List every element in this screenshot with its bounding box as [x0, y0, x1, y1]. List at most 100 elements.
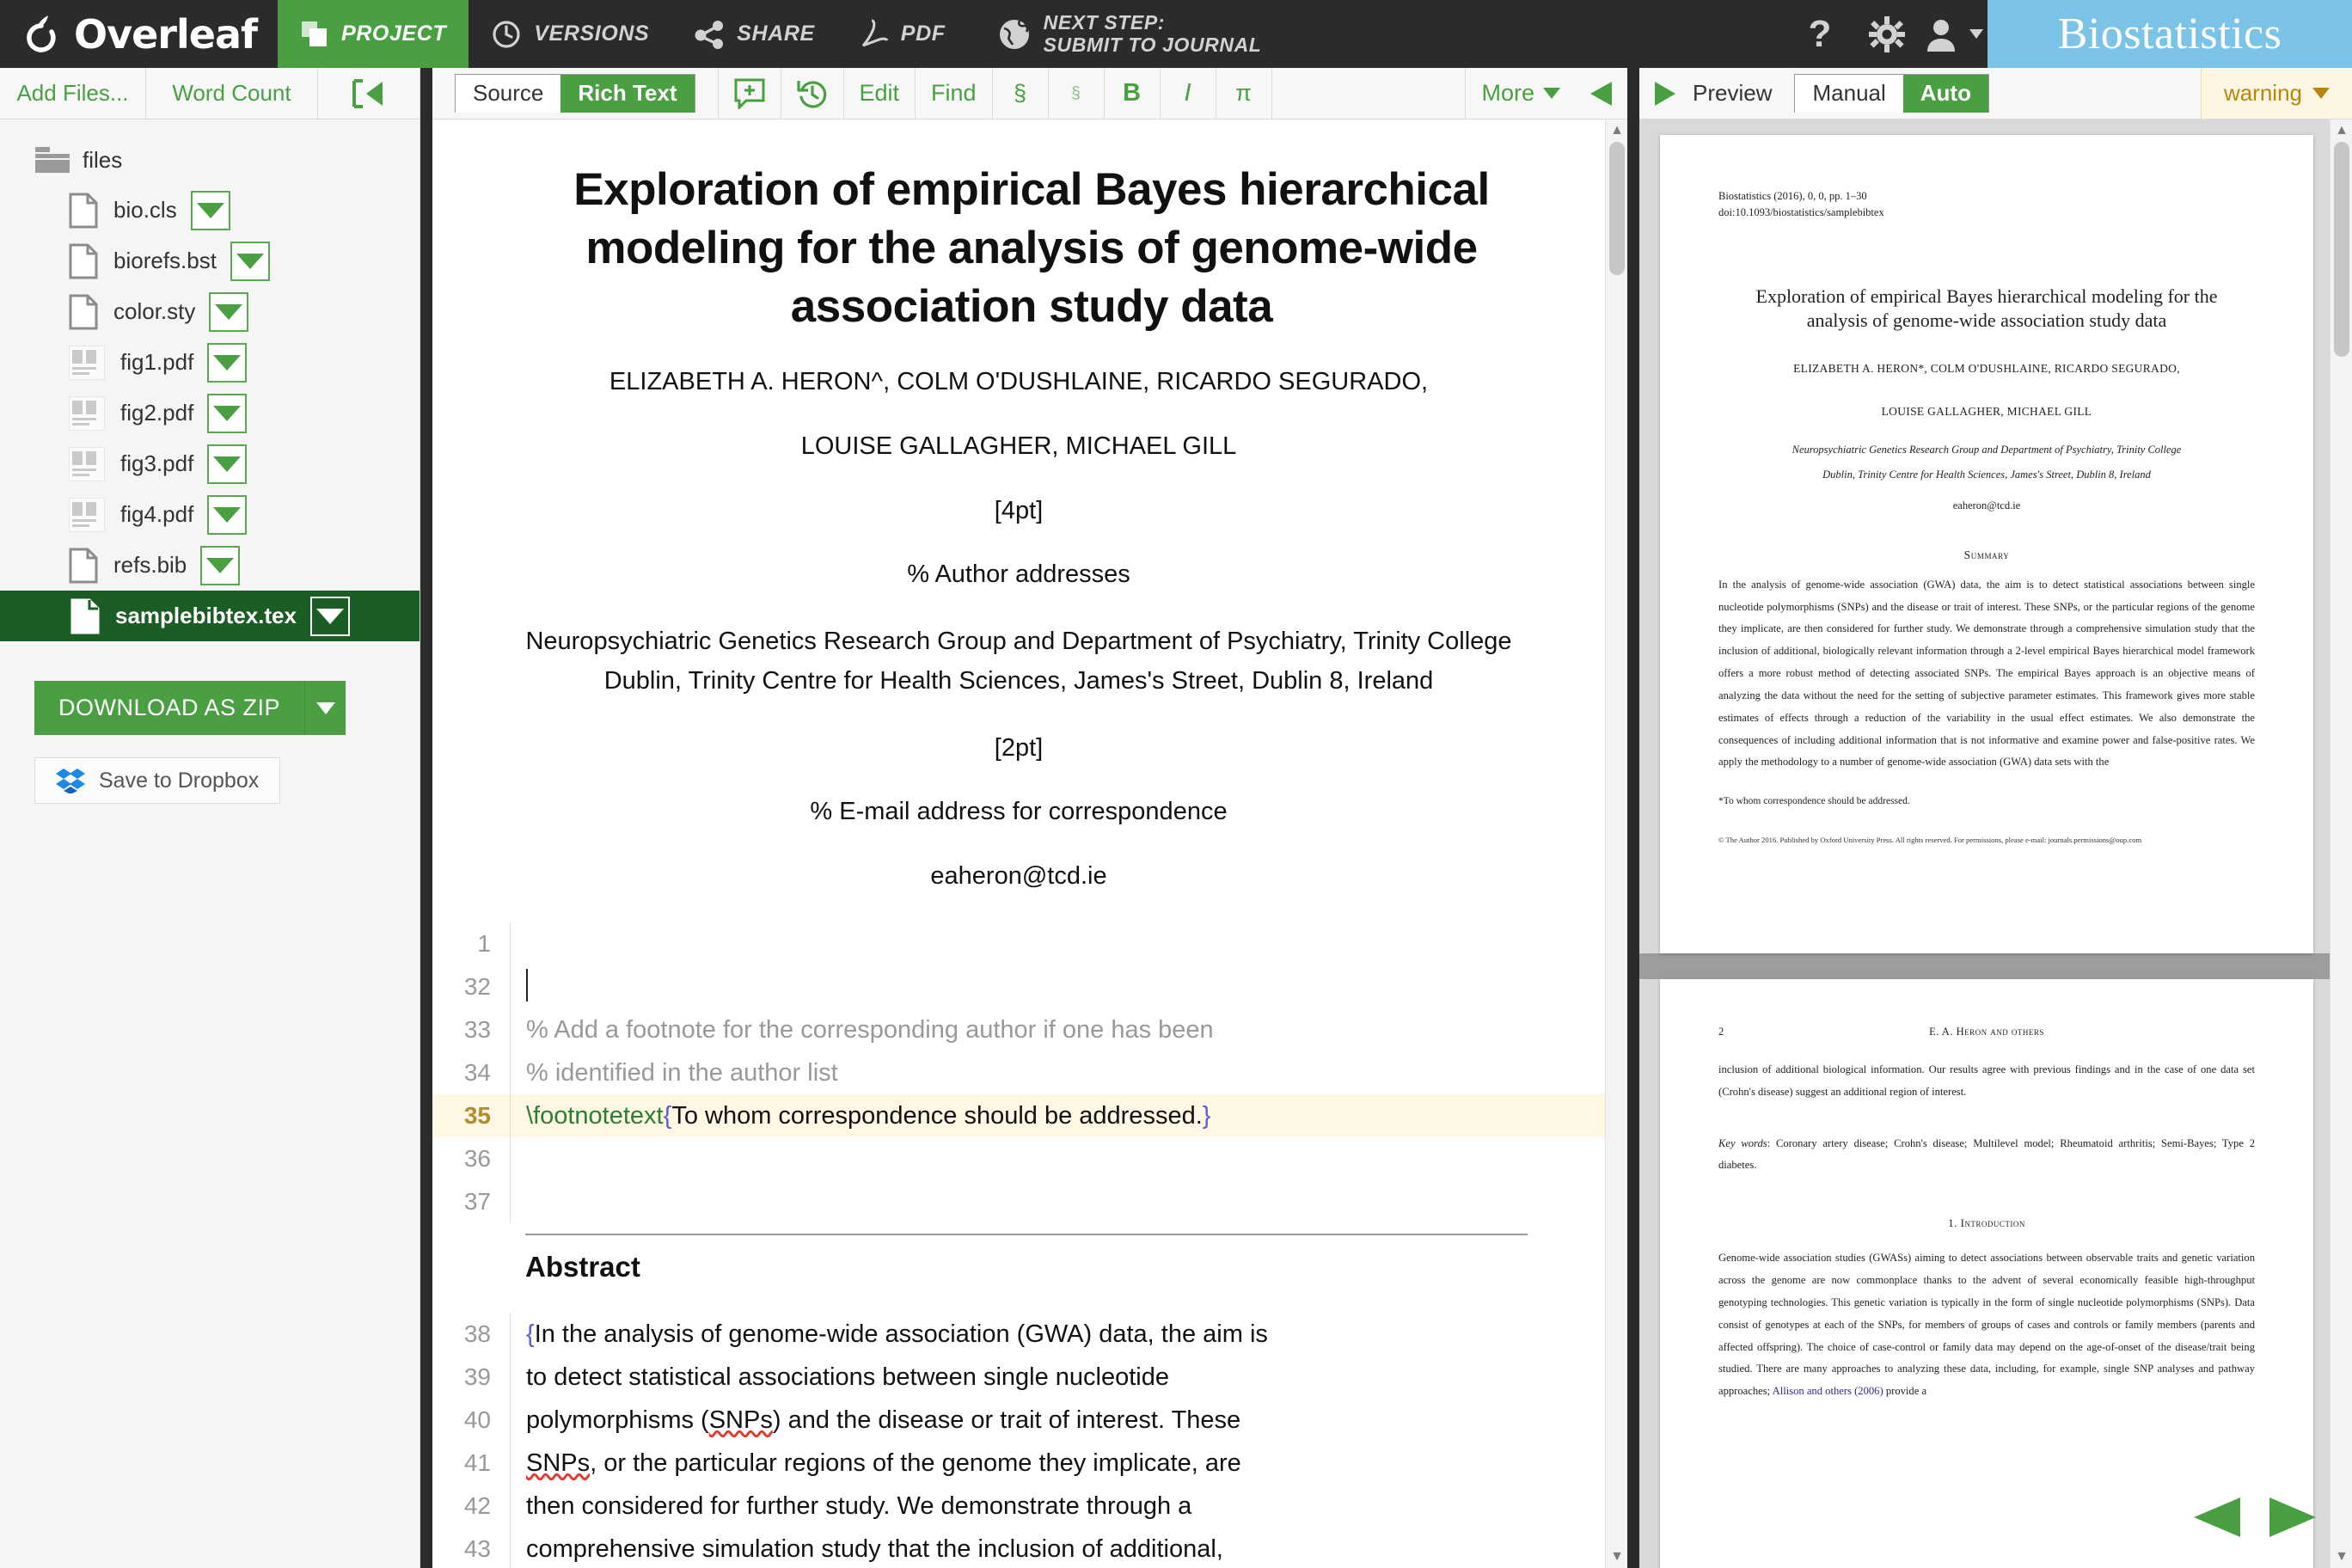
more-menu-button[interactable]: More — [1466, 68, 1576, 119]
abstract-line[interactable]: 40 polymorphisms (SNPs) and the disease o… — [432, 1399, 1605, 1442]
code-line[interactable]: 37 — [432, 1180, 1605, 1224]
chevron-down-icon — [1969, 29, 1983, 39]
chevron-down-icon — [315, 608, 344, 624]
mode-richtext-button[interactable]: Rich Text — [560, 74, 695, 113]
download-zip-dropdown[interactable] — [304, 681, 346, 735]
clock-icon — [493, 20, 520, 48]
pdf-page-1[interactable]: Biostatistics (2016), 0, 0, pp. 1–30 doi… — [1660, 135, 2313, 953]
italic-button[interactable]: I — [1161, 68, 1216, 119]
math-button[interactable]: π — [1216, 68, 1271, 119]
file-row-samplebibtex-tex[interactable]: samplebibtex.tex — [0, 591, 420, 641]
nav-share[interactable]: SHARE — [671, 0, 837, 68]
add-comment-button[interactable] — [719, 68, 781, 119]
line-content — [510, 922, 1605, 966]
file-row-biorefs-bst[interactable]: biorefs.bst — [0, 236, 420, 286]
manual-mode-button[interactable]: Manual — [1795, 74, 1903, 113]
overleaf-leaf-icon — [27, 15, 56, 52]
abstract-line-list[interactable]: 38 {In the analysis of genome-wide associ… — [432, 1313, 1605, 1568]
section-button[interactable]: § — [993, 68, 1048, 119]
code-line[interactable]: 32 — [432, 965, 1605, 1009]
latex-brace: { — [526, 1320, 535, 1349]
file-menu-button[interactable] — [207, 444, 248, 484]
overleaf-logo[interactable]: Overleaf — [0, 0, 278, 68]
code-line[interactable]: 34 % identified in the author list — [432, 1051, 1605, 1095]
sidebar-toolbar: Add Files... Word Count — [0, 68, 420, 119]
rich-text-comment-addresses: % Author addresses — [907, 560, 1130, 589]
settings-button[interactable] — [1853, 0, 1920, 68]
file-row-refs-bib[interactable]: refs.bib — [0, 540, 420, 591]
file-row-fig1-pdf[interactable]: fig1.pdf — [0, 337, 420, 388]
find-button[interactable]: Find — [916, 68, 992, 119]
code-line[interactable]: 35 \footnotetext{To whom correspondence s… — [432, 1094, 1605, 1138]
compile-status-badge[interactable]: warning — [2200, 68, 2352, 119]
preview-scrollbar-thumb[interactable] — [2334, 142, 2349, 357]
file-row-fig4-pdf[interactable]: fig4.pdf — [0, 489, 420, 540]
file-menu-button[interactable] — [190, 190, 230, 230]
download-zip-button[interactable]: DOWNLOAD AS ZIP — [34, 681, 305, 735]
save-to-dropbox-button[interactable]: Save to Dropbox — [34, 757, 281, 804]
pdf-citation-link[interactable]: Allison and others (2006) — [1773, 1385, 1883, 1397]
scroll-up-icon[interactable]: ▲ — [2331, 119, 2352, 142]
file-menu-button[interactable] — [230, 241, 270, 281]
previous-page-icon — [2194, 1498, 2240, 1537]
collapse-editor-button[interactable] — [1576, 68, 1627, 119]
mode-source-button[interactable]: Source — [456, 74, 561, 113]
history-button[interactable] — [781, 68, 843, 119]
nav-versions[interactable]: VERSIONS — [469, 0, 671, 68]
bold-button[interactable]: B — [1105, 68, 1160, 119]
scroll-down-icon[interactable]: ▼ — [2331, 1546, 2352, 1568]
code-line[interactable]: 33 % Add a footnote for the corresponding… — [432, 1008, 1605, 1052]
preview-body[interactable]: Biostatistics (2016), 0, 0, pp. 1–30 doi… — [1639, 119, 2352, 1568]
expand-preview-button[interactable]: Preview — [1639, 68, 1782, 119]
help-button[interactable]: ? — [1786, 0, 1853, 68]
editor-mode-toggle: Source Rich Text — [455, 74, 695, 113]
pdf-runhead-spacer — [2203, 1026, 2255, 1038]
folder-files[interactable]: files — [0, 135, 420, 185]
pdf-page-2[interactable]: 2 E. A. Heron and others inclusion of ad… — [1660, 979, 2313, 1568]
editor-content-area[interactable]: Exploration of empirical Bayes hierarchi… — [432, 119, 1627, 1568]
file-menu-button[interactable] — [200, 545, 241, 585]
auto-mode-button[interactable]: Auto — [1902, 74, 1988, 113]
account-menu[interactable] — [1920, 0, 1988, 68]
code-line[interactable]: 1 — [432, 922, 1605, 966]
abstract-line[interactable]: 41 SNPs, or the particular regions of the… — [432, 1442, 1605, 1485]
file-menu-button[interactable] — [207, 342, 248, 383]
editor-preview-divider[interactable] — [1627, 68, 1639, 1568]
previous-page-button[interactable] — [2190, 1495, 2244, 1544]
next-page-button[interactable] — [2266, 1495, 2319, 1544]
collapse-sidebar-button[interactable] — [318, 68, 420, 119]
rich-text-authors-2: LOUISE GALLAGHER, MICHAEL GILL — [800, 432, 1237, 461]
file-row-fig3-pdf[interactable]: fig3.pdf — [0, 438, 420, 489]
file-row-bio-cls[interactable]: bio.cls — [0, 185, 420, 236]
file-row-fig2-pdf[interactable]: fig2.pdf — [0, 388, 420, 438]
journal-logo[interactable]: Biostatistics — [1988, 0, 2352, 68]
sidebar-editor-divider[interactable] — [420, 68, 432, 1568]
edit-menu-button[interactable]: Edit — [844, 68, 916, 119]
pdf-authors-line-2: LOUISE GALLAGHER, MICHAEL GILL — [1881, 404, 2092, 418]
subsection-button[interactable]: § — [1049, 68, 1104, 119]
abstract-line[interactable]: 39 to detect statistical associations bet… — [432, 1356, 1605, 1400]
file-menu-button[interactable] — [207, 393, 248, 433]
file-menu-button[interactable] — [207, 494, 248, 535]
file-menu-button[interactable] — [309, 596, 350, 636]
nav-pdf[interactable]: PDF — [837, 0, 968, 68]
word-count-button[interactable]: Word Count — [146, 68, 318, 119]
abstract-line[interactable]: 42 then considered for further study. We … — [432, 1485, 1605, 1528]
nav-project[interactable]: PROJECT — [278, 0, 469, 68]
file-name-label: fig2.pdf — [120, 400, 194, 426]
scroll-up-icon[interactable]: ▲ — [1606, 119, 1627, 142]
editor-scrollbar[interactable]: ▲ ▼ — [1605, 119, 1627, 1568]
add-files-button[interactable]: Add Files... — [0, 68, 146, 119]
preview-scrollbar[interactable]: ▲ ▼ — [2330, 119, 2352, 1568]
scroll-down-icon[interactable]: ▼ — [1606, 1546, 1627, 1568]
code-line[interactable]: 36 — [432, 1137, 1605, 1181]
code-line-list[interactable]: 1 32 33 % Add a footnote for the correspon… — [432, 922, 1605, 1224]
nav-next-step[interactable]: NEXT STEP: SUBMIT TO JOURNAL — [968, 0, 1284, 68]
file-menu-button[interactable] — [209, 291, 249, 332]
journal-logo-text: Biostatistics — [2057, 9, 2282, 58]
file-row-color-sty[interactable]: color.sty — [0, 286, 420, 337]
history-icon — [796, 80, 826, 108]
editor-scrollbar-thumb[interactable] — [1609, 142, 1625, 275]
abstract-line[interactable]: 43 comprehensive simulation study that th… — [432, 1528, 1605, 1568]
abstract-line[interactable]: 38 {In the analysis of genome-wide associ… — [432, 1313, 1605, 1357]
